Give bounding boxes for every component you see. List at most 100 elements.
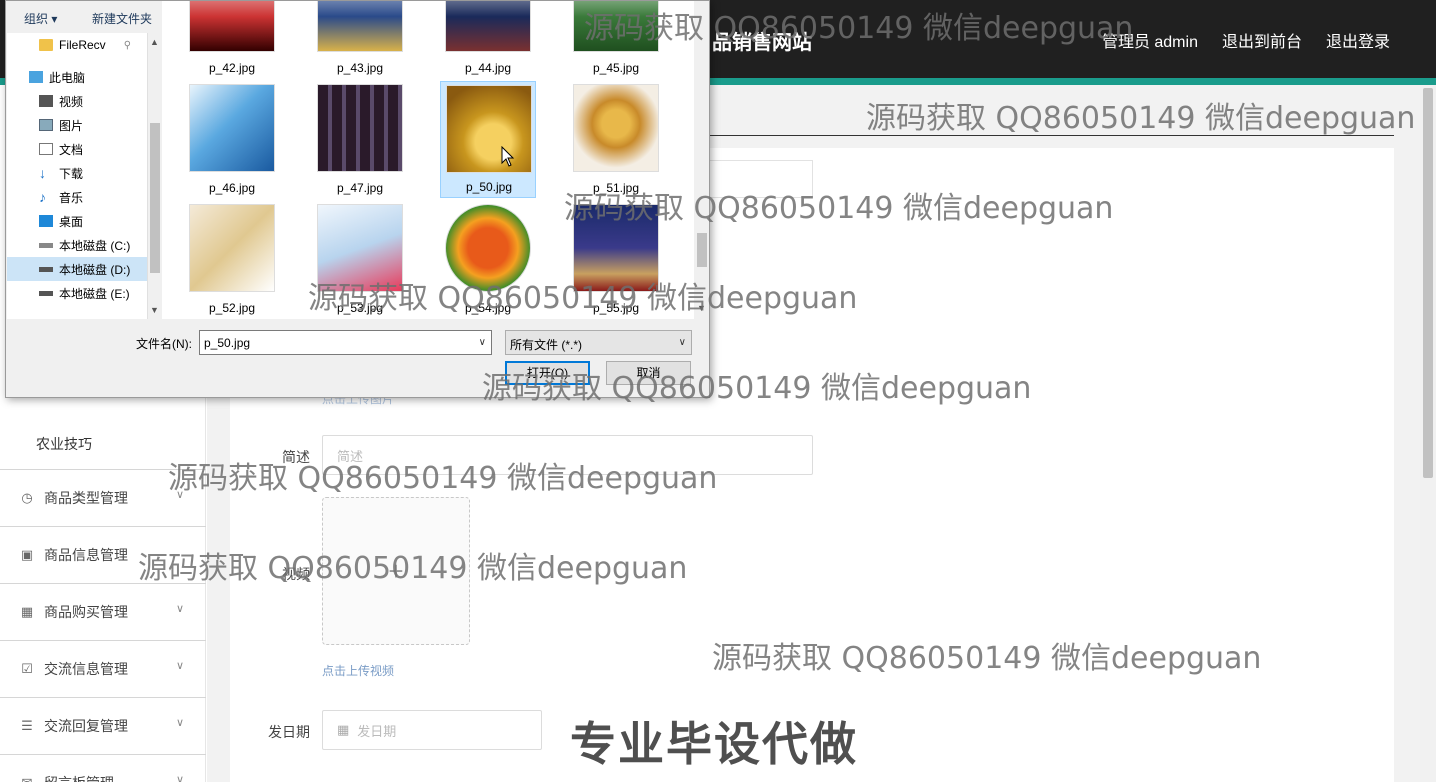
open-button[interactable]: 打开(O) xyxy=(505,361,590,385)
message-icon: ✉ xyxy=(20,776,34,782)
picture-icon xyxy=(39,119,53,131)
file-thumbnail xyxy=(189,1,275,52)
file-name: p_47.jpg xyxy=(336,181,384,195)
file-thumbnail xyxy=(189,204,275,292)
file-tile[interactable]: p_54.jpg xyxy=(440,201,536,318)
scrollbar-thumb[interactable] xyxy=(150,123,160,273)
text-field[interactable] xyxy=(706,160,813,198)
top-nav: 管理员 admin 退出到前台 退出登录 xyxy=(1102,28,1390,52)
chevron-down-icon[interactable]: ∨ xyxy=(479,337,486,348)
nav-item-label: 图片 xyxy=(59,118,84,133)
nav-item-downloads[interactable]: ↓ 下载 xyxy=(7,161,147,185)
new-folder-button[interactable]: 新建文件夹 xyxy=(92,10,152,27)
date-label: 发日期 xyxy=(268,724,310,740)
cancel-button[interactable]: 取消 xyxy=(606,361,691,385)
nav-item-filerecv[interactable]: FileRecv ⚲ xyxy=(7,33,147,57)
scrollbar-thumb[interactable] xyxy=(1423,88,1433,478)
file-name: p_44.jpg xyxy=(464,61,512,75)
file-thumbnail xyxy=(189,84,275,172)
file-tile[interactable]: p_47.jpg xyxy=(312,81,408,198)
file-tile[interactable]: p_52.jpg xyxy=(184,201,280,318)
nav-item-videos[interactable]: 视频 xyxy=(7,89,147,113)
scroll-up-icon[interactable]: ▲ xyxy=(150,37,159,47)
sidebar-item-product-info[interactable]: ▣ 商品信息管理 xyxy=(0,526,206,583)
nav-item-documents[interactable]: 文档 xyxy=(7,137,147,161)
sidebar-item-label: 商品信息管理 xyxy=(44,547,128,563)
sidebar-item-label: 留言板管理 xyxy=(44,773,114,782)
nav-item-label: 桌面 xyxy=(59,214,84,229)
logout-link[interactable]: 退出登录 xyxy=(1326,28,1390,52)
upload-video-link[interactable]: 点击上传视频 xyxy=(322,662,394,679)
document-icon xyxy=(39,143,53,155)
sidebar-item-label: 商品类型管理 xyxy=(44,490,128,506)
pin-icon: ⚲ xyxy=(123,39,132,51)
file-tile[interactable]: p_43.jpg xyxy=(312,1,408,78)
folder-icon xyxy=(39,39,53,51)
filename-label: 文件名(N): xyxy=(136,337,192,351)
nav-item-pictures[interactable]: 图片 xyxy=(7,113,147,137)
scroll-down-icon[interactable]: ▼ xyxy=(697,303,706,313)
nav-item-drive-e[interactable]: 本地磁盘 (E:) xyxy=(7,281,147,305)
file-name: p_50.jpg xyxy=(465,180,513,194)
file-tile[interactable]: p_42.jpg xyxy=(184,1,280,78)
file-name: p_42.jpg xyxy=(208,61,256,75)
file-thumbnail xyxy=(317,204,403,292)
sidebar-item-exchange-info[interactable]: ☑ 交流信息管理 ∨ xyxy=(0,640,206,697)
nav-item-this-pc[interactable]: 此电脑 xyxy=(7,65,147,89)
file-thumbnail xyxy=(317,1,403,52)
file-tile[interactable]: p_45.jpg xyxy=(568,1,664,78)
file-tile[interactable]: p_53.jpg xyxy=(312,201,408,318)
filename-input[interactable]: p_50.jpg ∨ xyxy=(199,330,492,355)
desktop-icon xyxy=(39,215,53,227)
page-scrollbar[interactable] xyxy=(1420,85,1436,782)
date-input[interactable]: ▦ 发日期 xyxy=(322,710,542,750)
nav-item-label: FileRecv xyxy=(59,38,106,52)
file-type-select[interactable]: 所有文件 (*.*) ∨ xyxy=(505,330,692,355)
file-tile[interactable]: p_44.jpg xyxy=(440,1,536,78)
nav-item-music[interactable]: ♪ 音乐 xyxy=(7,185,147,209)
file-grid-scrollbar[interactable]: ▼ xyxy=(694,1,709,319)
scroll-down-icon[interactable]: ▼ xyxy=(150,305,159,315)
file-thumbnail xyxy=(573,204,659,292)
sidebar-subitem-farming-tips[interactable]: 农业技巧 xyxy=(36,434,92,454)
music-icon: ♪ xyxy=(39,189,46,205)
sidebar-item-product-type[interactable]: ◷ 商品类型管理 ∨ xyxy=(0,469,206,526)
site-title: 品销售网站 xyxy=(712,32,812,54)
scrollbar-thumb[interactable] xyxy=(697,233,707,267)
nav-item-label: 下载 xyxy=(59,166,84,181)
organize-button[interactable]: 组织 ▾ xyxy=(24,10,57,27)
date-placeholder: 发日期 xyxy=(357,723,397,739)
filename-value: p_50.jpg xyxy=(204,336,251,350)
chevron-down-icon: ∨ xyxy=(678,337,686,348)
file-tile-selected[interactable]: p_50.jpg xyxy=(440,81,536,198)
file-tile[interactable]: p_51.jpg xyxy=(568,81,664,198)
drive-icon xyxy=(39,290,53,296)
sidebar-item-label: 商品购买管理 xyxy=(44,604,128,620)
sidebar-item-exchange-reply[interactable]: ☰ 交流回复管理 ∨ xyxy=(0,697,206,754)
nav-scrollbar[interactable]: ▲ ▼ xyxy=(147,33,161,319)
file-tile[interactable]: p_46.jpg xyxy=(184,81,280,198)
back-to-frontend-link[interactable]: 退出到前台 xyxy=(1222,28,1302,52)
title-divider xyxy=(706,135,1394,136)
file-thumbnail xyxy=(445,204,531,292)
nav-item-label: 本地磁盘 (D:) xyxy=(59,262,131,277)
nav-item-desktop[interactable]: 桌面 xyxy=(7,209,147,233)
nav-item-label: 文档 xyxy=(59,142,84,157)
sidebar-item-purchase[interactable]: ▦ 商品购买管理 ∨ xyxy=(0,583,206,640)
file-name: p_46.jpg xyxy=(208,181,256,195)
download-icon: ↓ xyxy=(39,165,46,181)
nav-pane: FileRecv ⚲ 此电脑 视频 图片 文档 ↓ 下载 ♪ 音乐 桌面 本地磁… xyxy=(7,33,147,319)
file-name: p_43.jpg xyxy=(336,61,384,75)
summary-input[interactable]: 简述 xyxy=(322,435,813,475)
file-thumbnail xyxy=(317,84,403,172)
sidebar-item-message-board[interactable]: ✉ 留言板管理 ∨ xyxy=(0,754,206,782)
checklist-icon: ☑ xyxy=(21,661,33,676)
video-upload-box[interactable]: + xyxy=(322,497,470,645)
file-tile[interactable]: p_55.jpg xyxy=(568,201,664,318)
nav-item-drive-c[interactable]: 本地磁盘 (C:) xyxy=(7,233,147,257)
sidebar-item-label: 交流信息管理 xyxy=(44,661,128,677)
admin-user-link[interactable]: 管理员 admin xyxy=(1102,28,1198,52)
nav-item-drive-d[interactable]: 本地磁盘 (D:) xyxy=(7,257,147,281)
plus-icon: + xyxy=(388,555,404,586)
computer-icon xyxy=(29,71,43,83)
